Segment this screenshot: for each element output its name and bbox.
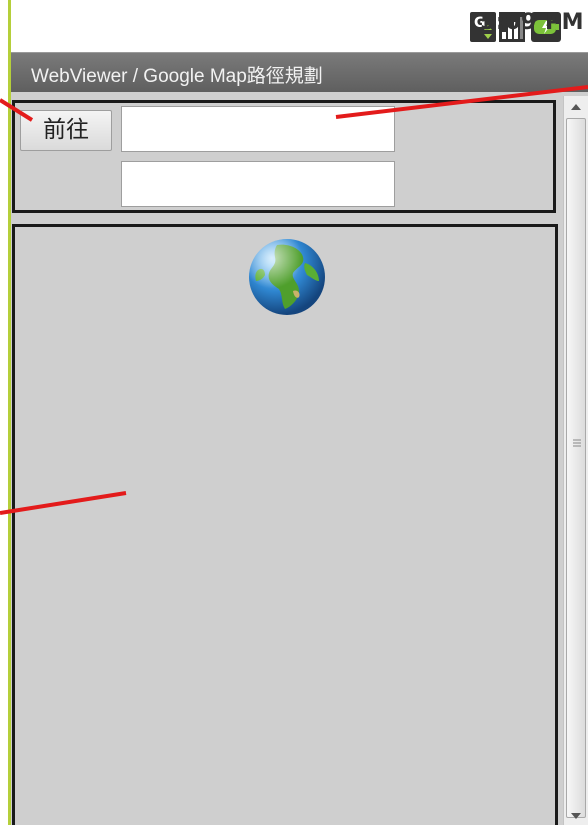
grip-icon: [573, 439, 581, 447]
scroll-down-arrow-icon[interactable]: [571, 813, 581, 819]
status-bar: G 5:09 PM: [11, 0, 588, 52]
app-title-bar: WebViewer / Google Map路徑規劃: [11, 52, 588, 92]
status-time: 5:09 PM: [480, 10, 584, 35]
scrollbar-thumb[interactable]: [566, 118, 586, 818]
globe-icon: [249, 239, 325, 315]
app-title: WebViewer / Google Map路徑規劃: [31, 66, 323, 87]
vertical-scrollbar[interactable]: [563, 96, 588, 825]
destination-input[interactable]: [121, 161, 395, 207]
scroll-up-arrow-icon[interactable]: [571, 104, 581, 110]
screen: G 5:09 PM WebViewer / Google Map路徑規劃 前往: [0, 0, 588, 825]
go-button[interactable]: 前往: [20, 110, 112, 151]
origin-input[interactable]: [121, 106, 395, 152]
